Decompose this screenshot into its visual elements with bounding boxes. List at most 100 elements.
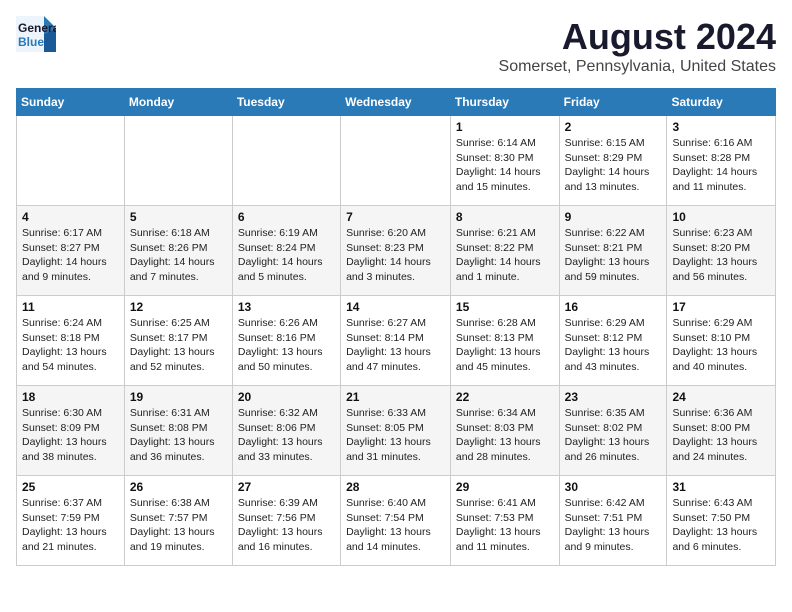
calendar-cell: 8 Sunrise: 6:21 AM Sunset: 8:22 PM Daylig… bbox=[450, 206, 559, 296]
day-number: 10 bbox=[672, 210, 770, 224]
day-number: 11 bbox=[22, 300, 119, 314]
day-info: Sunrise: 6:37 AM Sunset: 7:59 PM Dayligh… bbox=[22, 496, 119, 555]
calendar-week-2: 4 Sunrise: 6:17 AM Sunset: 8:27 PM Daylig… bbox=[17, 206, 776, 296]
day-info: Sunrise: 6:36 AM Sunset: 8:00 PM Dayligh… bbox=[672, 406, 770, 465]
calendar-week-3: 11 Sunrise: 6:24 AM Sunset: 8:18 PM Dayli… bbox=[17, 296, 776, 386]
svg-text:Blue: Blue bbox=[18, 35, 44, 49]
day-number: 18 bbox=[22, 390, 119, 404]
day-info: Sunrise: 6:40 AM Sunset: 7:54 PM Dayligh… bbox=[346, 496, 445, 555]
day-info: Sunrise: 6:29 AM Sunset: 8:12 PM Dayligh… bbox=[565, 316, 662, 375]
header-tuesday: Tuesday bbox=[232, 89, 340, 116]
day-info: Sunrise: 6:30 AM Sunset: 8:09 PM Dayligh… bbox=[22, 406, 119, 465]
calendar-cell: 24 Sunrise: 6:36 AM Sunset: 8:00 PM Dayli… bbox=[667, 386, 776, 476]
calendar-cell: 26 Sunrise: 6:38 AM Sunset: 7:57 PM Dayli… bbox=[124, 476, 232, 566]
day-number: 24 bbox=[672, 390, 770, 404]
day-number: 30 bbox=[565, 480, 662, 494]
day-info: Sunrise: 6:35 AM Sunset: 8:02 PM Dayligh… bbox=[565, 406, 662, 465]
calendar-week-1: 1Sunrise: 6:14 AM Sunset: 8:30 PM Daylig… bbox=[17, 116, 776, 206]
day-info: Sunrise: 6:26 AM Sunset: 8:16 PM Dayligh… bbox=[238, 316, 335, 375]
day-info: Sunrise: 6:31 AM Sunset: 8:08 PM Dayligh… bbox=[130, 406, 227, 465]
day-info: Sunrise: 6:34 AM Sunset: 8:03 PM Dayligh… bbox=[456, 406, 554, 465]
calendar-cell: 23 Sunrise: 6:35 AM Sunset: 8:02 PM Dayli… bbox=[559, 386, 667, 476]
day-info: Sunrise: 6:14 AM Sunset: 8:30 PM Dayligh… bbox=[456, 136, 554, 195]
calendar-cell: 29 Sunrise: 6:41 AM Sunset: 7:53 PM Dayli… bbox=[450, 476, 559, 566]
day-info: Sunrise: 6:32 AM Sunset: 8:06 PM Dayligh… bbox=[238, 406, 335, 465]
calendar-cell: 10 Sunrise: 6:23 AM Sunset: 8:20 PM Dayli… bbox=[667, 206, 776, 296]
calendar-cell: 16 Sunrise: 6:29 AM Sunset: 8:12 PM Dayli… bbox=[559, 296, 667, 386]
calendar-cell: 30 Sunrise: 6:42 AM Sunset: 7:51 PM Dayli… bbox=[559, 476, 667, 566]
calendar-cell: 15Sunrise: 6:28 AM Sunset: 8:13 PM Dayli… bbox=[450, 296, 559, 386]
calendar-cell: 17 Sunrise: 6:29 AM Sunset: 8:10 PM Dayli… bbox=[667, 296, 776, 386]
calendar-header-row: SundayMondayTuesdayWednesdayThursdayFrid… bbox=[17, 89, 776, 116]
calendar-cell: 18 Sunrise: 6:30 AM Sunset: 8:09 PM Dayli… bbox=[17, 386, 125, 476]
calendar-cell: 9 Sunrise: 6:22 AM Sunset: 8:21 PM Daylig… bbox=[559, 206, 667, 296]
calendar-cell: 1Sunrise: 6:14 AM Sunset: 8:30 PM Daylig… bbox=[450, 116, 559, 206]
day-number: 28 bbox=[346, 480, 445, 494]
day-number: 23 bbox=[565, 390, 662, 404]
calendar-cell: 28 Sunrise: 6:40 AM Sunset: 7:54 PM Dayli… bbox=[341, 476, 451, 566]
day-number: 16 bbox=[565, 300, 662, 314]
day-number: 6 bbox=[238, 210, 335, 224]
calendar-week-5: 25 Sunrise: 6:37 AM Sunset: 7:59 PM Dayli… bbox=[17, 476, 776, 566]
header-monday: Monday bbox=[124, 89, 232, 116]
header-sunday: Sunday bbox=[17, 89, 125, 116]
calendar-cell: 22 Sunrise: 6:34 AM Sunset: 8:03 PM Dayli… bbox=[450, 386, 559, 476]
day-number: 5 bbox=[130, 210, 227, 224]
day-info: Sunrise: 6:28 AM Sunset: 8:13 PM Dayligh… bbox=[456, 316, 554, 375]
day-info: Sunrise: 6:15 AM Sunset: 8:29 PM Dayligh… bbox=[565, 136, 662, 195]
header-thursday: Thursday bbox=[450, 89, 559, 116]
calendar-table: SundayMondayTuesdayWednesdayThursdayFrid… bbox=[16, 88, 776, 566]
day-number: 25 bbox=[22, 480, 119, 494]
page-header: GeneralBlue August 2024 Somerset, Pennsy… bbox=[16, 16, 776, 76]
day-number: 21 bbox=[346, 390, 445, 404]
day-info: Sunrise: 6:19 AM Sunset: 8:24 PM Dayligh… bbox=[238, 226, 335, 285]
day-number: 31 bbox=[672, 480, 770, 494]
logo-svg: GeneralBlue bbox=[16, 16, 56, 52]
day-info: Sunrise: 6:20 AM Sunset: 8:23 PM Dayligh… bbox=[346, 226, 445, 285]
month-year: August 2024 bbox=[499, 16, 776, 58]
calendar-cell bbox=[17, 116, 125, 206]
day-info: Sunrise: 6:43 AM Sunset: 7:50 PM Dayligh… bbox=[672, 496, 770, 555]
day-number: 9 bbox=[565, 210, 662, 224]
day-number: 29 bbox=[456, 480, 554, 494]
header-saturday: Saturday bbox=[667, 89, 776, 116]
calendar-cell: 31 Sunrise: 6:43 AM Sunset: 7:50 PM Dayli… bbox=[667, 476, 776, 566]
day-info: Sunrise: 6:23 AM Sunset: 8:20 PM Dayligh… bbox=[672, 226, 770, 285]
day-number: 27 bbox=[238, 480, 335, 494]
day-info: Sunrise: 6:39 AM Sunset: 7:56 PM Dayligh… bbox=[238, 496, 335, 555]
calendar-cell bbox=[341, 116, 451, 206]
calendar-cell: 11 Sunrise: 6:24 AM Sunset: 8:18 PM Dayli… bbox=[17, 296, 125, 386]
calendar-cell: 12 Sunrise: 6:25 AM Sunset: 8:17 PM Dayli… bbox=[124, 296, 232, 386]
day-info: Sunrise: 6:21 AM Sunset: 8:22 PM Dayligh… bbox=[456, 226, 554, 285]
calendar-cell: 5 Sunrise: 6:18 AM Sunset: 8:26 PM Daylig… bbox=[124, 206, 232, 296]
day-info: Sunrise: 6:25 AM Sunset: 8:17 PM Dayligh… bbox=[130, 316, 227, 375]
calendar-cell bbox=[124, 116, 232, 206]
day-info: Sunrise: 6:38 AM Sunset: 7:57 PM Dayligh… bbox=[130, 496, 227, 555]
day-number: 17 bbox=[672, 300, 770, 314]
calendar-cell: 2Sunrise: 6:15 AM Sunset: 8:29 PM Daylig… bbox=[559, 116, 667, 206]
calendar-cell: 27 Sunrise: 6:39 AM Sunset: 7:56 PM Dayli… bbox=[232, 476, 340, 566]
day-number: 4 bbox=[22, 210, 119, 224]
calendar-cell: 4 Sunrise: 6:17 AM Sunset: 8:27 PM Daylig… bbox=[17, 206, 125, 296]
calendar-week-4: 18 Sunrise: 6:30 AM Sunset: 8:09 PM Dayli… bbox=[17, 386, 776, 476]
day-info: Sunrise: 6:22 AM Sunset: 8:21 PM Dayligh… bbox=[565, 226, 662, 285]
day-info: Sunrise: 6:29 AM Sunset: 8:10 PM Dayligh… bbox=[672, 316, 770, 375]
day-info: Sunrise: 6:24 AM Sunset: 8:18 PM Dayligh… bbox=[22, 316, 119, 375]
day-number: 19 bbox=[130, 390, 227, 404]
day-info: Sunrise: 6:17 AM Sunset: 8:27 PM Dayligh… bbox=[22, 226, 119, 285]
day-number: 26 bbox=[130, 480, 227, 494]
calendar-cell: 7Sunrise: 6:20 AM Sunset: 8:23 PM Daylig… bbox=[341, 206, 451, 296]
calendar-cell: 3Sunrise: 6:16 AM Sunset: 8:28 PM Daylig… bbox=[667, 116, 776, 206]
day-number: 12 bbox=[130, 300, 227, 314]
title-block: August 2024 Somerset, Pennsylvania, Unit… bbox=[499, 16, 776, 76]
calendar-cell: 13Sunrise: 6:26 AM Sunset: 8:16 PM Dayli… bbox=[232, 296, 340, 386]
day-info: Sunrise: 6:18 AM Sunset: 8:26 PM Dayligh… bbox=[130, 226, 227, 285]
day-info: Sunrise: 6:41 AM Sunset: 7:53 PM Dayligh… bbox=[456, 496, 554, 555]
calendar-cell: 25 Sunrise: 6:37 AM Sunset: 7:59 PM Dayli… bbox=[17, 476, 125, 566]
day-info: Sunrise: 6:42 AM Sunset: 7:51 PM Dayligh… bbox=[565, 496, 662, 555]
location: Somerset, Pennsylvania, United States bbox=[499, 58, 776, 76]
day-number: 8 bbox=[456, 210, 554, 224]
day-number: 22 bbox=[456, 390, 554, 404]
day-number: 20 bbox=[238, 390, 335, 404]
header-wednesday: Wednesday bbox=[341, 89, 451, 116]
